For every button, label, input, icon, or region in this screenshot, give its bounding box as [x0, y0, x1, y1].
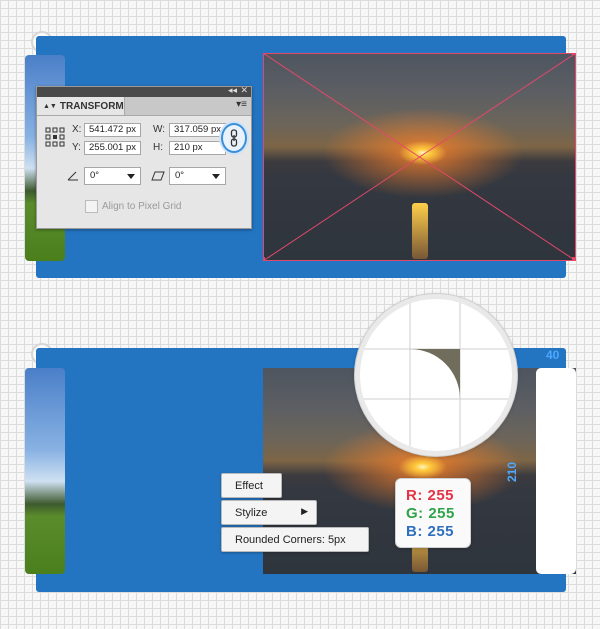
submenu-arrow-icon: ▶ [301, 506, 308, 516]
rotate-angle-icon [67, 171, 78, 181]
menu-item-stylize[interactable]: Stylize ▶ [221, 500, 317, 525]
h-label: H: [153, 142, 163, 153]
shear-angle-dropdown[interactable]: 0° [169, 167, 226, 185]
zoomed-corner-detail [360, 299, 512, 451]
shear-angle-icon [151, 171, 165, 181]
height-dimension-label: 210 [505, 461, 519, 482]
transform-panel: ◂◂ ✕ ▲▼ TRANSFORM ▾≡ X: 541.472 px Y: 25… [36, 85, 252, 229]
width-dimension-label: 40 [546, 348, 560, 362]
align-to-pixel-grid-checkbox[interactable] [85, 200, 98, 213]
step2-photo-strip [25, 368, 65, 574]
collapse-panel-icon[interactable]: ◂◂ [228, 85, 237, 96]
panel-menu-icon[interactable]: ▾≡ [236, 99, 247, 110]
chevron-down-icon [212, 174, 220, 179]
menu-item-effect[interactable]: Effect [221, 473, 282, 498]
reference-point-locator-icon[interactable] [45, 127, 65, 147]
x-label: X: [72, 124, 82, 135]
panel-tab-bar: ▲▼ TRANSFORM ▾≡ [37, 97, 251, 116]
chevron-down-icon [127, 174, 135, 179]
white-rounded-rectangle [536, 368, 576, 574]
green-value: G: 255 [406, 505, 455, 522]
y-input[interactable]: 255.001 px [84, 141, 141, 155]
y-label: Y: [72, 142, 81, 153]
blue-value: B: 255 [406, 523, 455, 540]
x-input[interactable]: 541.472 px [84, 123, 141, 137]
rgb-color-readout: R: 255 G: 255 B: 255 [395, 478, 471, 548]
red-value: R: 255 [406, 487, 455, 504]
chain-link-icon [230, 129, 238, 147]
align-to-pixel-grid-label: Align to Pixel Grid [102, 201, 182, 212]
panel-title-bar[interactable]: ◂◂ ✕ [37, 85, 251, 97]
height-input[interactable]: 210 px [169, 141, 226, 155]
tab-arrows-icon: ▲▼ [43, 102, 57, 110]
constrain-proportions-button[interactable] [221, 123, 247, 153]
zoom-magnifier-circle [355, 294, 517, 456]
rotate-angle-dropdown[interactable]: 0° [84, 167, 141, 185]
w-label: W: [153, 124, 166, 135]
tab-transform[interactable]: ▲▼ TRANSFORM [37, 97, 125, 115]
close-panel-icon[interactable]: ✕ [240, 85, 248, 96]
menu-item-rounded-corners[interactable]: Rounded Corners: 5px [221, 527, 369, 552]
step1-selection-bounding-box [263, 53, 576, 261]
width-input[interactable]: 317.059 px [169, 123, 226, 137]
